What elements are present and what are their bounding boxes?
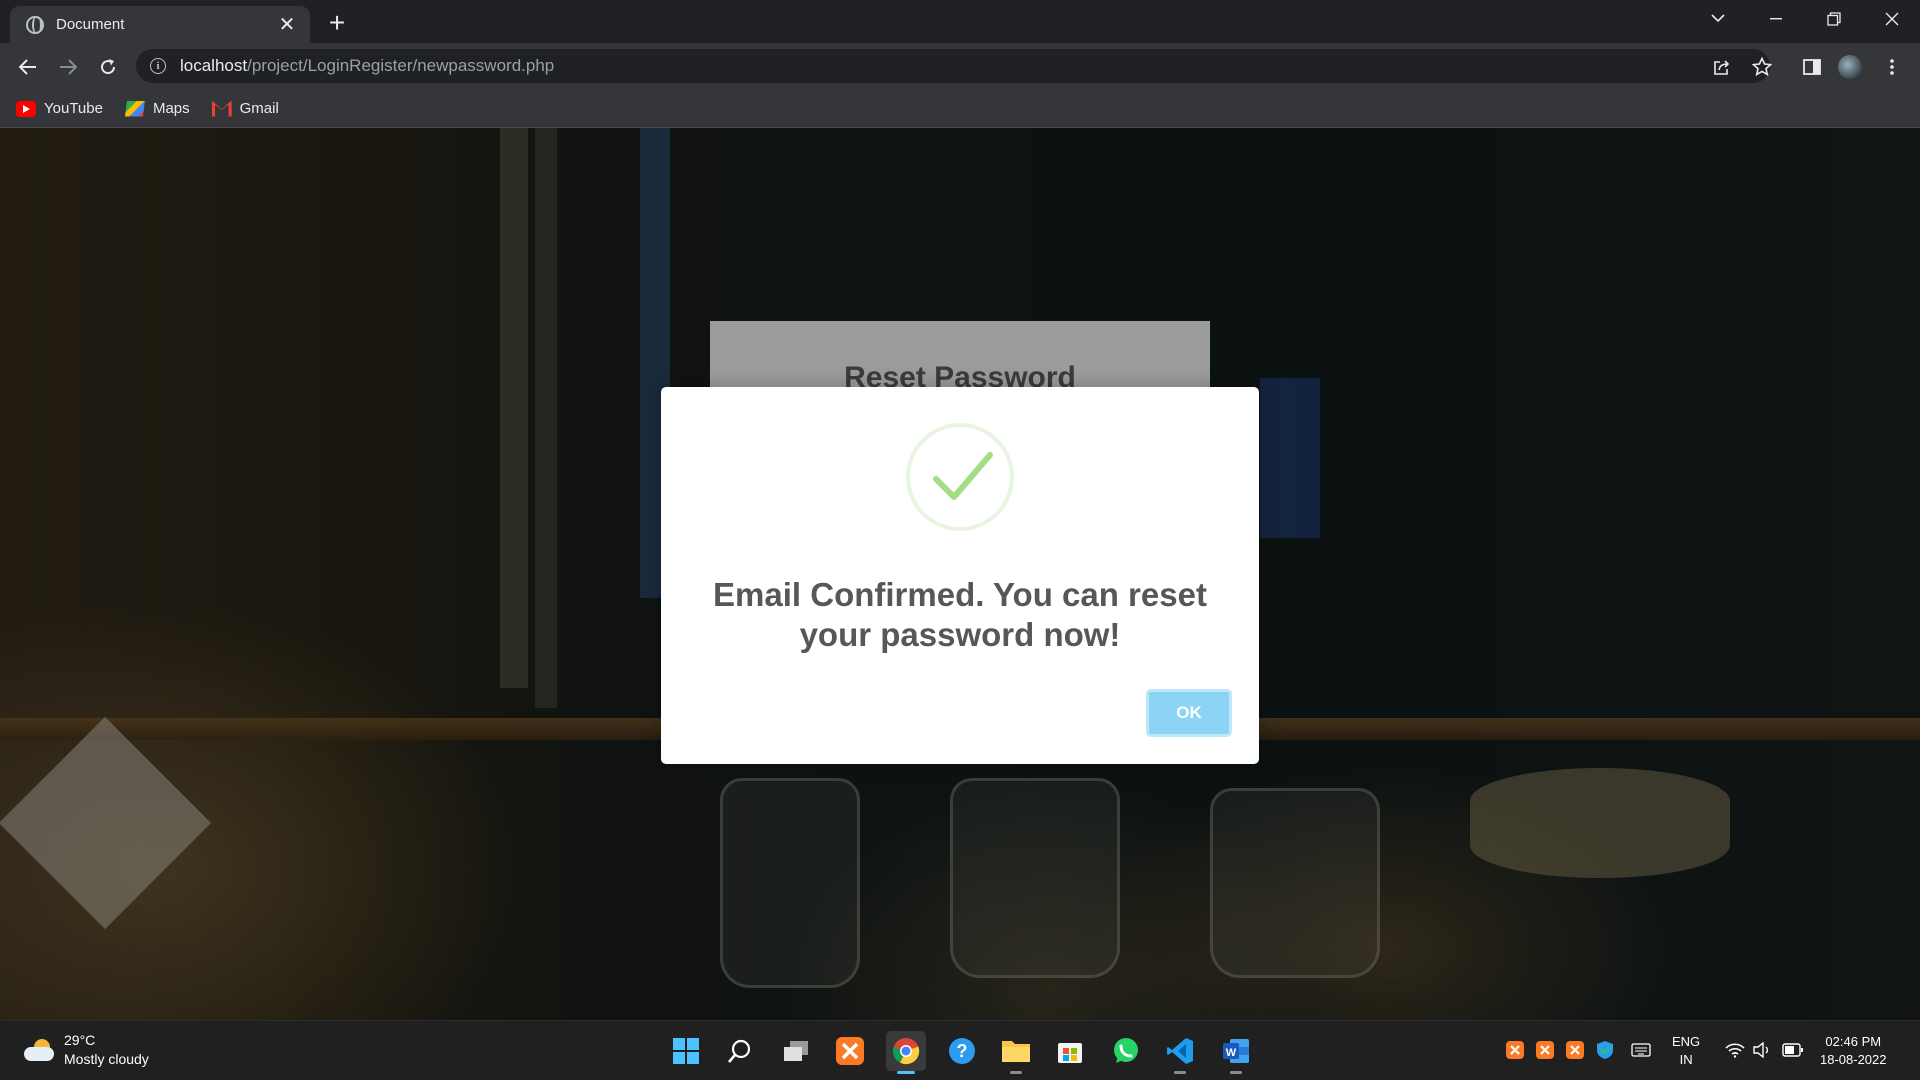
weather-temp: 29°C (64, 1032, 96, 1048)
site-info-icon[interactable]: i (150, 58, 166, 74)
tab-search-chevron-icon[interactable] (1690, 0, 1746, 37)
keyboard-icon[interactable] (1630, 1039, 1652, 1061)
vscode-icon[interactable] (1160, 1031, 1200, 1074)
file-explorer-icon[interactable] (996, 1031, 1036, 1074)
running-indicator (1010, 1071, 1022, 1074)
bookmark-youtube[interactable]: YouTube (16, 100, 103, 117)
word-icon[interactable]: W (1216, 1031, 1256, 1074)
maps-icon (124, 100, 145, 117)
chrome-icon[interactable] (886, 1031, 926, 1074)
reload-button[interactable] (92, 51, 124, 83)
youtube-icon (16, 100, 36, 117)
xampp-icon[interactable] (830, 1031, 870, 1071)
security-shield-icon[interactable] (1594, 1039, 1616, 1061)
bookmark-label: Maps (152, 100, 190, 117)
microsoft-store-icon[interactable] (1050, 1031, 1090, 1071)
svg-text:?: ? (957, 1041, 968, 1061)
browser-toolbar: i localhost/project/LoginRegister/newpas… (0, 43, 1920, 90)
restore-button[interactable] (1806, 0, 1862, 37)
search-icon[interactable] (720, 1031, 760, 1071)
bookmark-star-icon[interactable] (1746, 51, 1778, 83)
lang-region: IN (1679, 1052, 1693, 1067)
volume-icon[interactable] (1752, 1039, 1774, 1061)
profile-avatar[interactable] (1838, 55, 1862, 79)
dialog-message: Email Confirmed. You can reset your pass… (713, 576, 1207, 653)
bookmark-label: Gmail (239, 100, 279, 117)
address-bar[interactable]: i localhost/project/LoginRegister/newpas… (136, 49, 1770, 83)
clock-time: 02:46 PM (1825, 1034, 1882, 1049)
running-indicator (1174, 1071, 1186, 1074)
minimize-button[interactable] (1748, 0, 1804, 37)
windows-taskbar: 29°C Mostly cloudy ? W ENG IN 02:46 PM 1… (0, 1020, 1920, 1080)
svg-text:W: W (1226, 1047, 1237, 1059)
success-check-icon (906, 423, 1014, 531)
page-viewport: Reset Password Email Confirmed. You can … (0, 128, 1920, 1020)
xampp-tray-icon[interactable] (1534, 1039, 1556, 1061)
bookmarks-bar: YouTube Maps Gmail (0, 90, 1920, 128)
whatsapp-icon[interactable] (1106, 1031, 1146, 1071)
tab-title: Document (56, 16, 125, 33)
battery-icon[interactable] (1782, 1039, 1804, 1061)
close-window-button[interactable] (1864, 0, 1920, 37)
forward-button[interactable] (52, 51, 84, 83)
system-clock[interactable]: 02:46 PM 18-08-2022 (1820, 1033, 1887, 1069)
kebab-menu-icon[interactable] (1876, 51, 1908, 83)
bookmark-label: YouTube (44, 100, 103, 117)
partly-cloudy-icon (24, 1039, 54, 1061)
share-icon[interactable] (1706, 51, 1738, 83)
weather-desc: Mostly cloudy (64, 1051, 149, 1067)
tab-close-icon[interactable]: ✕ (276, 12, 298, 37)
wifi-icon[interactable] (1724, 1039, 1746, 1061)
gmail-icon (212, 101, 232, 117)
url-host: localhost (180, 56, 248, 75)
globe-icon (26, 15, 44, 34)
start-button[interactable] (666, 1031, 706, 1071)
help-icon[interactable]: ? (942, 1031, 982, 1071)
ok-button[interactable]: OK (1146, 689, 1232, 737)
task-view-icon[interactable] (776, 1031, 816, 1071)
bookmark-gmail[interactable]: Gmail (212, 100, 279, 117)
running-indicator (844, 1071, 856, 1074)
tab-document[interactable]: Document ✕ (10, 6, 310, 43)
bookmark-maps[interactable]: Maps (124, 100, 190, 117)
success-dialog: Email Confirmed. You can reset your pass… (661, 387, 1259, 764)
new-tab-button[interactable]: + (322, 7, 352, 39)
side-panel-icon[interactable] (1796, 51, 1828, 83)
running-indicator (897, 1071, 915, 1074)
lang-code: ENG (1672, 1034, 1701, 1049)
url-path: /project/LoginRegister/newpassword.php (247, 56, 555, 75)
weather-widget[interactable]: 29°C Mostly cloudy (24, 1031, 149, 1069)
xampp-tray-icon[interactable] (1564, 1039, 1586, 1061)
browser-tab-strip: Document ✕ + (0, 0, 1920, 43)
input-language[interactable]: ENG IN (1672, 1033, 1700, 1069)
clock-date: 18-08-2022 (1820, 1052, 1887, 1067)
running-indicator (1230, 1071, 1242, 1074)
xampp-tray-icon[interactable] (1504, 1039, 1526, 1061)
back-button[interactable] (12, 51, 44, 83)
